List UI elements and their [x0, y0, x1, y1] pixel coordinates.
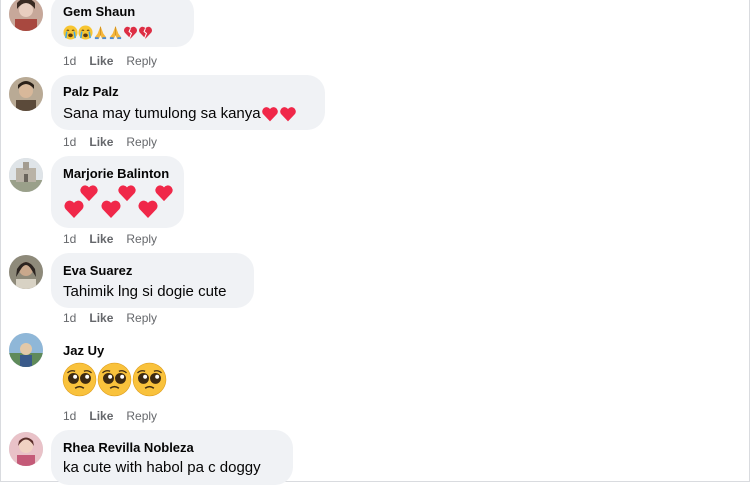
avatar[interactable]	[9, 158, 43, 192]
commenter-name[interactable]: Eva Suarez	[63, 263, 132, 278]
like-button[interactable]: Like	[89, 311, 113, 325]
avatar[interactable]	[9, 333, 43, 367]
broken-heart-icon	[139, 27, 152, 39]
comment-actions: 1d Like Reply	[63, 135, 170, 149]
comment-actions: 1d Like Reply	[63, 311, 170, 325]
comment-bubble: Palz Palz Sana may tumulong sa kanya	[51, 75, 325, 130]
red-heart-icon	[261, 107, 278, 122]
reply-button[interactable]: Reply	[126, 54, 157, 68]
like-button[interactable]: Like	[89, 54, 113, 68]
pleading-face-icon	[62, 362, 97, 397]
comment-text: ka cute with habol pa c doggy	[63, 459, 261, 476]
comment-bubble: Eva Suarez Tahimik lng si dogie cute	[51, 253, 254, 308]
red-heart-icon	[64, 200, 84, 218]
like-button[interactable]: Like	[89, 135, 113, 149]
comment-actions: 1d Like Reply	[63, 54, 170, 68]
red-heart-icon	[101, 200, 121, 218]
comment-text-row: Sana may tumulong sa kanya	[63, 105, 297, 123]
comment-timestamp[interactable]: 1d	[63, 54, 76, 68]
comment-text: Sana may tumulong sa kanya	[63, 105, 261, 122]
red-heart-icon	[279, 107, 296, 122]
crying-face-icon	[63, 25, 78, 40]
comment-actions: 1d Like Reply	[63, 409, 170, 423]
avatar[interactable]	[9, 432, 43, 466]
comment-text: Tahimik lng si dogie cute	[63, 283, 227, 300]
pleading-face-icon	[132, 362, 167, 397]
praying-hands-icon	[109, 26, 122, 40]
comment-bubble: Rhea Revilla Nobleza ka cute with habol …	[51, 430, 293, 485]
comment-actions: 1d Like Reply	[63, 232, 170, 246]
commenter-name[interactable]: Jaz Uy	[63, 343, 104, 358]
like-button[interactable]: Like	[89, 232, 113, 246]
avatar[interactable]	[9, 255, 43, 289]
red-heart-icon	[138, 200, 158, 218]
commenter-name[interactable]: Gem Shaun	[63, 4, 135, 19]
crying-face-icon	[78, 25, 93, 40]
comment-emoji-row	[62, 362, 167, 398]
praying-hands-icon	[94, 26, 107, 40]
avatar[interactable]	[9, 77, 43, 111]
like-button[interactable]: Like	[89, 409, 113, 423]
comment-hearts	[51, 156, 184, 228]
commenter-name[interactable]: Rhea Revilla Nobleza	[63, 440, 194, 455]
comment-timestamp[interactable]: 1d	[63, 311, 76, 325]
comment-timestamp[interactable]: 1d	[63, 135, 76, 149]
broken-heart-icon	[124, 27, 137, 39]
pleading-face-icon	[97, 362, 132, 397]
comment-bubble: Marjorie Balinton	[51, 156, 184, 228]
reply-button[interactable]: Reply	[126, 409, 157, 423]
comment-emoji-row	[63, 24, 153, 42]
comment-bubble: Jaz Uy	[51, 339, 184, 401]
commenter-name[interactable]: Palz Palz	[63, 84, 119, 99]
comment-bubble: Gem Shaun	[51, 0, 194, 47]
reply-button[interactable]: Reply	[126, 135, 157, 149]
comment-timestamp[interactable]: 1d	[63, 409, 76, 423]
comment-timestamp[interactable]: 1d	[63, 232, 76, 246]
reply-button[interactable]: Reply	[126, 232, 157, 246]
reply-button[interactable]: Reply	[126, 311, 157, 325]
